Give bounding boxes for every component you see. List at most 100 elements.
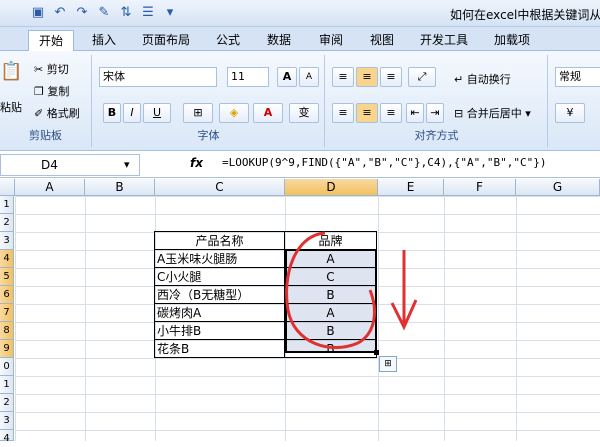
align-right-button[interactable]: ≡: [380, 103, 402, 123]
formula-input[interactable]: =LOOKUP(9^9,FIND({"A","B","C"},C4),{"A",…: [222, 156, 547, 169]
ribbon-tabs: 开始 插入 页面布局 公式 数据 审阅 视图 开发工具 加载项: [0, 27, 600, 51]
font-size-select[interactable]: 11: [227, 67, 269, 87]
fill-color-button[interactable]: ◈: [219, 103, 249, 123]
tab-page-layout[interactable]: 页面布局: [142, 30, 190, 51]
align-center-icon: ≡: [362, 106, 372, 119]
alignment-group: ≡ ≡ ≡ ⤢ ≡ ≡ ≡ ⇤ ⇥ ↵ 自动换行 ⊟ 合并后居中 ▾ 对齐方式: [326, 55, 548, 147]
align-middle-button[interactable]: ≡: [356, 67, 378, 87]
product-name-cell[interactable]: C小火腿: [154, 267, 285, 286]
tab-developer[interactable]: 开发工具: [420, 30, 468, 51]
copy-icon: ❐: [34, 85, 44, 98]
paste-icon[interactable]: 📋: [0, 61, 22, 82]
column-header-c[interactable]: C: [155, 179, 285, 196]
merge-center-button[interactable]: ⊟ 合并后居中 ▾: [454, 105, 531, 121]
bold-button[interactable]: B: [103, 103, 121, 123]
tab-data[interactable]: 数据: [267, 30, 291, 51]
annotation-arrow: [390, 250, 418, 331]
column-header-g[interactable]: G: [516, 179, 600, 196]
decrease-indent-button[interactable]: ⇤: [406, 103, 424, 123]
row-header-6[interactable]: 6: [0, 286, 14, 304]
wrap-text-button[interactable]: ↵ 自动换行: [454, 71, 511, 87]
window-title: 如何在excel中根据关键词从字: [450, 8, 600, 22]
tab-home[interactable]: 开始: [28, 30, 75, 51]
product-name-cell[interactable]: A玉米味火腿肠: [154, 249, 285, 268]
row-header-7[interactable]: 7: [0, 304, 14, 322]
row-header-14[interactable]: 4: [0, 430, 14, 444]
grid-line: [85, 196, 86, 441]
number-format-select[interactable]: 常规: [555, 67, 600, 87]
shrink-font-button[interactable]: A: [299, 67, 319, 87]
align-left-button[interactable]: ≡: [332, 103, 354, 123]
title-bar: ▣ ↶ ↷ ✎ ⇅ ☰ ▾ 如何在excel中根据关键词从字: [0, 0, 600, 27]
cut-button[interactable]: ✂ 剪切: [34, 61, 69, 77]
orientation-button[interactable]: ⤢: [408, 67, 436, 87]
product-name-cell[interactable]: 花条B: [154, 339, 285, 358]
align-bottom-button[interactable]: ≡: [380, 67, 402, 87]
number-group: 常规 ¥: [549, 55, 600, 147]
tab-view[interactable]: 视图: [370, 30, 394, 51]
product-name-cell[interactable]: 西冷（B无糖型）: [154, 285, 285, 304]
product-name-cell[interactable]: 小牛排B: [154, 321, 285, 340]
row-header-1[interactable]: 1: [0, 196, 14, 214]
italic-button[interactable]: I: [123, 103, 141, 123]
row-header-2[interactable]: 2: [0, 214, 14, 232]
align-top-button[interactable]: ≡: [332, 67, 354, 87]
cut-icon: ✂: [34, 63, 44, 76]
row-header-5[interactable]: 5: [0, 268, 14, 286]
row-header-10[interactable]: 0: [0, 358, 14, 376]
align-middle-icon: ≡: [362, 70, 372, 83]
row-header-11[interactable]: 1: [0, 376, 14, 394]
tab-review[interactable]: 审阅: [319, 30, 343, 51]
phonetic-button[interactable]: 变: [289, 103, 319, 123]
column-header-b[interactable]: B: [85, 179, 155, 196]
column-header-f[interactable]: F: [444, 179, 516, 196]
name-box-dropdown-icon[interactable]: ▾: [124, 158, 130, 171]
redo-icon[interactable]: ↷: [74, 5, 90, 21]
annotation-circle: [285, 231, 376, 350]
tab-insert[interactable]: 插入: [92, 30, 116, 51]
alignment-group-label: 对齐方式: [414, 129, 459, 142]
sort-icon[interactable]: ⇅: [118, 5, 134, 21]
row-header-12[interactable]: 2: [0, 394, 14, 412]
accounting-format-button[interactable]: ¥: [555, 103, 585, 123]
align-center-button[interactable]: ≡: [356, 103, 378, 123]
align-right-icon: ≡: [386, 106, 396, 119]
grow-font-button[interactable]: A: [277, 67, 297, 87]
row-header-9[interactable]: 9: [0, 340, 14, 358]
font-color-button[interactable]: A: [253, 103, 283, 123]
increase-indent-button[interactable]: ⇥: [426, 103, 444, 123]
align-bottom-icon: ≡: [386, 70, 396, 83]
row-header-8[interactable]: 8: [0, 322, 14, 340]
save-icon[interactable]: ▣: [30, 5, 46, 21]
tab-addins[interactable]: 加载项: [494, 30, 530, 51]
border-button[interactable]: ⊞: [183, 103, 213, 123]
copy-button[interactable]: ❐ 复制: [34, 83, 69, 99]
clipboard-group-label: 剪贴板: [29, 129, 62, 142]
customize-icon[interactable]: ▾: [162, 5, 178, 21]
row-header-13[interactable]: 3: [0, 412, 14, 430]
underline-button[interactable]: U: [143, 103, 171, 123]
indent-icon: ⇥: [430, 106, 440, 119]
font-group: 宋体 11 A A B I U ⊞ ◈ A 变 字体: [93, 55, 325, 147]
format-painter-button[interactable]: ✐ 格式刷: [34, 105, 80, 121]
grid-line: [444, 196, 445, 441]
column-header-a[interactable]: A: [15, 179, 85, 196]
product-name-cell[interactable]: 碳烤肉A: [154, 303, 285, 322]
tab-formulas[interactable]: 公式: [216, 30, 240, 51]
paste-button[interactable]: 粘贴: [0, 99, 22, 115]
column-header-d[interactable]: D: [285, 179, 378, 196]
orientation-icon: ⤢: [417, 70, 427, 83]
insert-function-button[interactable]: fx: [190, 156, 203, 170]
row-header-3[interactable]: 3: [0, 232, 14, 250]
row-header-4[interactable]: 4: [0, 250, 14, 268]
header-product-name[interactable]: 产品名称: [154, 231, 285, 250]
column-header-e[interactable]: E: [378, 179, 444, 196]
align-left-icon: ≡: [338, 106, 348, 119]
format-painter-icon[interactable]: ✎: [96, 5, 112, 21]
ribbon: 📋 粘贴 ✂ 剪切 ❐ 复制 ✐ 格式刷 剪贴板 宋体 11 A A B I U…: [0, 51, 600, 151]
name-box[interactable]: D4: [0, 154, 140, 176]
filter-icon[interactable]: ☰: [140, 5, 156, 21]
font-name-select[interactable]: 宋体: [99, 67, 217, 87]
select-all-corner[interactable]: [0, 179, 15, 196]
undo-icon[interactable]: ↶: [52, 5, 68, 21]
